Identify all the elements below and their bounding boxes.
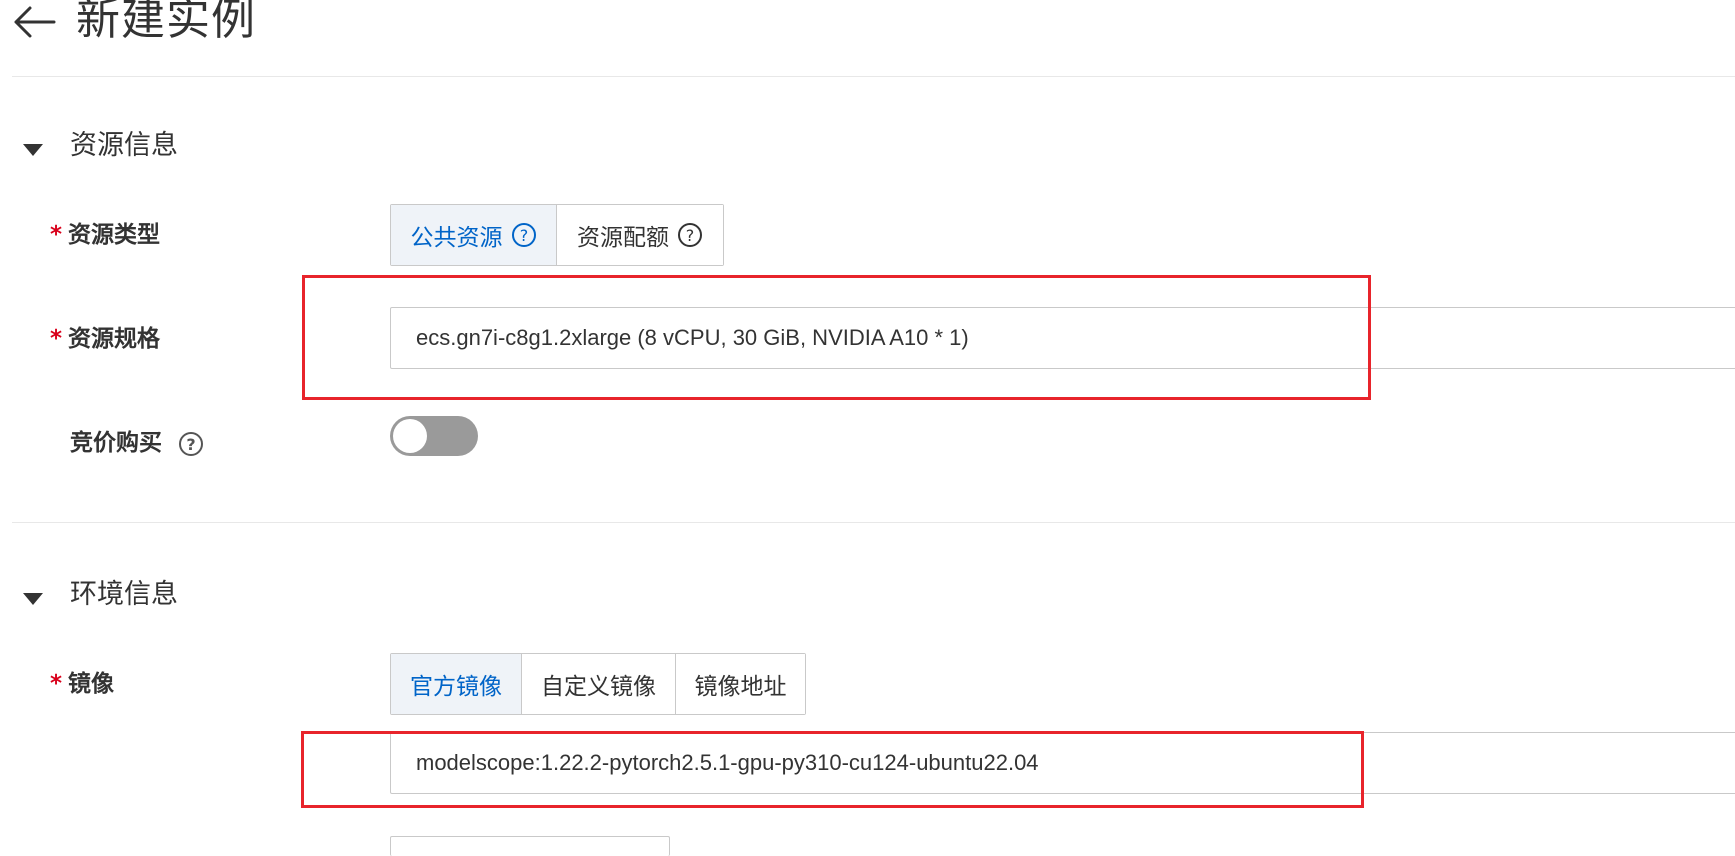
resource-type-selector: 公共资源 ? 资源配额 ? <box>390 204 724 266</box>
image-select[interactable]: modelscope:1.22.2-pytorch2.5.1-gpu-py310… <box>390 732 1735 794</box>
back-arrow-icon[interactable] <box>12 4 56 40</box>
bidding-label: 竞价购买 ? <box>70 428 204 458</box>
section-divider <box>12 522 1735 523</box>
question-circle-icon[interactable]: ? <box>511 222 537 248</box>
page-title: 新建实例 <box>76 0 256 45</box>
next-field-partial[interactable] <box>390 836 670 856</box>
svg-text:?: ? <box>519 226 528 245</box>
resource-type-public[interactable]: 公共资源 ? <box>391 205 557 265</box>
image-source-custom[interactable]: 自定义镜像 <box>522 654 676 714</box>
section-collapse-caret-icon[interactable] <box>22 591 44 605</box>
required-marker: * <box>50 222 63 248</box>
image-source-address[interactable]: 镜像地址 <box>676 654 805 714</box>
toggle-knob <box>393 419 427 453</box>
section-title-resource: 资源信息 <box>70 130 178 161</box>
resource-type-label: * 资源类型 <box>50 222 161 248</box>
question-circle-icon[interactable]: ? <box>677 222 703 248</box>
section-collapse-caret-icon[interactable] <box>22 142 44 156</box>
image-source-selector: 官方镜像 自定义镜像 镜像地址 <box>390 653 806 715</box>
resource-type-quota[interactable]: 资源配额 ? <box>557 205 723 265</box>
section-title-environment: 环境信息 <box>70 579 178 610</box>
resource-spec-label: * 资源规格 <box>50 326 161 352</box>
question-circle-icon[interactable]: ? <box>178 431 204 457</box>
bidding-toggle[interactable] <box>390 416 478 456</box>
required-marker: * <box>50 326 63 352</box>
svg-text:?: ? <box>186 435 195 454</box>
resource-spec-select[interactable]: ecs.gn7i-c8g1.2xlarge (8 vCPU, 30 GiB, N… <box>390 307 1735 369</box>
header-divider <box>12 76 1735 77</box>
required-marker: * <box>50 671 63 697</box>
image-source-official[interactable]: 官方镜像 <box>391 654 522 714</box>
image-label: * 镜像 <box>50 671 115 697</box>
svg-text:?: ? <box>686 226 695 245</box>
